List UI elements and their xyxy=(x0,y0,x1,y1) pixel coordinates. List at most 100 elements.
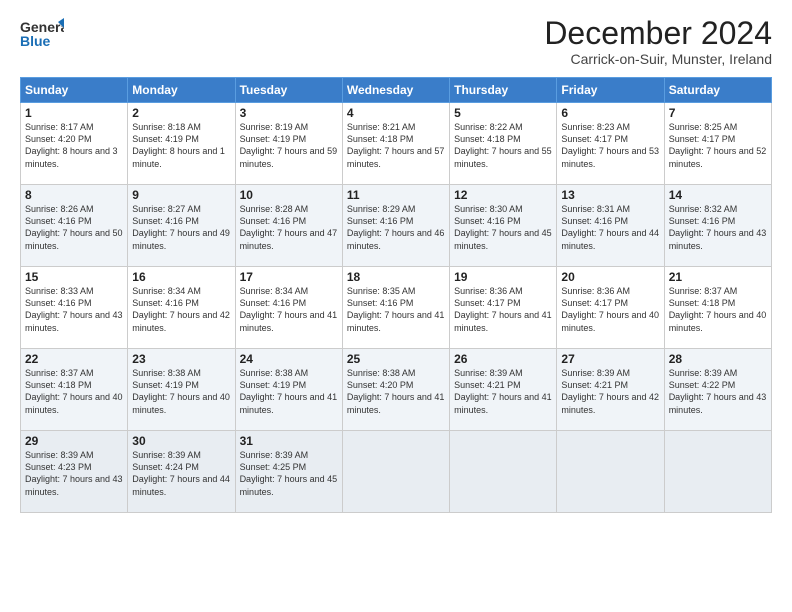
title-block: December 2024 Carrick-on-Suir, Munster, … xyxy=(544,16,772,67)
table-row: 6Sunrise: 8:23 AMSunset: 4:17 PMDaylight… xyxy=(557,103,664,185)
table-row: 29Sunrise: 8:39 AMSunset: 4:23 PMDayligh… xyxy=(21,431,128,513)
day-number: 31 xyxy=(240,434,338,448)
table-row: 21Sunrise: 8:37 AMSunset: 4:18 PMDayligh… xyxy=(664,267,771,349)
day-number: 25 xyxy=(347,352,445,366)
table-row xyxy=(557,431,664,513)
col-monday: Monday xyxy=(128,78,235,103)
cell-content: Sunrise: 8:39 AMSunset: 4:23 PMDaylight:… xyxy=(25,449,123,498)
cell-content: Sunrise: 8:35 AMSunset: 4:16 PMDaylight:… xyxy=(347,285,445,334)
logo: General Blue xyxy=(20,16,64,52)
table-row: 22Sunrise: 8:37 AMSunset: 4:18 PMDayligh… xyxy=(21,349,128,431)
day-number: 18 xyxy=(347,270,445,284)
day-number: 17 xyxy=(240,270,338,284)
cell-content: Sunrise: 8:23 AMSunset: 4:17 PMDaylight:… xyxy=(561,121,659,170)
cell-content: Sunrise: 8:38 AMSunset: 4:20 PMDaylight:… xyxy=(347,367,445,416)
col-friday: Friday xyxy=(557,78,664,103)
table-row xyxy=(664,431,771,513)
table-row: 10Sunrise: 8:28 AMSunset: 4:16 PMDayligh… xyxy=(235,185,342,267)
day-number: 9 xyxy=(132,188,230,202)
table-row: 19Sunrise: 8:36 AMSunset: 4:17 PMDayligh… xyxy=(450,267,557,349)
table-row: 20Sunrise: 8:36 AMSunset: 4:17 PMDayligh… xyxy=(557,267,664,349)
cell-content: Sunrise: 8:29 AMSunset: 4:16 PMDaylight:… xyxy=(347,203,445,252)
table-row: 28Sunrise: 8:39 AMSunset: 4:22 PMDayligh… xyxy=(664,349,771,431)
day-number: 2 xyxy=(132,106,230,120)
calendar-week-row: 29Sunrise: 8:39 AMSunset: 4:23 PMDayligh… xyxy=(21,431,772,513)
table-row: 18Sunrise: 8:35 AMSunset: 4:16 PMDayligh… xyxy=(342,267,449,349)
day-number: 10 xyxy=(240,188,338,202)
calendar-week-row: 22Sunrise: 8:37 AMSunset: 4:18 PMDayligh… xyxy=(21,349,772,431)
svg-text:Blue: Blue xyxy=(20,33,51,49)
day-number: 4 xyxy=(347,106,445,120)
table-row: 9Sunrise: 8:27 AMSunset: 4:16 PMDaylight… xyxy=(128,185,235,267)
day-number: 26 xyxy=(454,352,552,366)
col-wednesday: Wednesday xyxy=(342,78,449,103)
header: General Blue December 2024 Carrick-on-Su… xyxy=(20,16,772,67)
day-number: 11 xyxy=(347,188,445,202)
table-row: 15Sunrise: 8:33 AMSunset: 4:16 PMDayligh… xyxy=(21,267,128,349)
col-tuesday: Tuesday xyxy=(235,78,342,103)
calendar-header-row: Sunday Monday Tuesday Wednesday Thursday… xyxy=(21,78,772,103)
table-row: 7Sunrise: 8:25 AMSunset: 4:17 PMDaylight… xyxy=(664,103,771,185)
table-row: 11Sunrise: 8:29 AMSunset: 4:16 PMDayligh… xyxy=(342,185,449,267)
table-row xyxy=(450,431,557,513)
calendar-table: Sunday Monday Tuesday Wednesday Thursday… xyxy=(20,77,772,513)
cell-content: Sunrise: 8:33 AMSunset: 4:16 PMDaylight:… xyxy=(25,285,123,334)
table-row: 25Sunrise: 8:38 AMSunset: 4:20 PMDayligh… xyxy=(342,349,449,431)
day-number: 5 xyxy=(454,106,552,120)
calendar-week-row: 15Sunrise: 8:33 AMSunset: 4:16 PMDayligh… xyxy=(21,267,772,349)
day-number: 8 xyxy=(25,188,123,202)
table-row: 8Sunrise: 8:26 AMSunset: 4:16 PMDaylight… xyxy=(21,185,128,267)
cell-content: Sunrise: 8:18 AMSunset: 4:19 PMDaylight:… xyxy=(132,121,230,170)
table-row xyxy=(342,431,449,513)
cell-content: Sunrise: 8:38 AMSunset: 4:19 PMDaylight:… xyxy=(240,367,338,416)
logo-icon: General Blue xyxy=(20,16,64,52)
cell-content: Sunrise: 8:27 AMSunset: 4:16 PMDaylight:… xyxy=(132,203,230,252)
table-row: 16Sunrise: 8:34 AMSunset: 4:16 PMDayligh… xyxy=(128,267,235,349)
col-thursday: Thursday xyxy=(450,78,557,103)
table-row: 26Sunrise: 8:39 AMSunset: 4:21 PMDayligh… xyxy=(450,349,557,431)
calendar-week-row: 1Sunrise: 8:17 AMSunset: 4:20 PMDaylight… xyxy=(21,103,772,185)
cell-content: Sunrise: 8:39 AMSunset: 4:21 PMDaylight:… xyxy=(454,367,552,416)
table-row: 24Sunrise: 8:38 AMSunset: 4:19 PMDayligh… xyxy=(235,349,342,431)
table-row: 2Sunrise: 8:18 AMSunset: 4:19 PMDaylight… xyxy=(128,103,235,185)
cell-content: Sunrise: 8:28 AMSunset: 4:16 PMDaylight:… xyxy=(240,203,338,252)
col-saturday: Saturday xyxy=(664,78,771,103)
day-number: 1 xyxy=(25,106,123,120)
table-row: 23Sunrise: 8:38 AMSunset: 4:19 PMDayligh… xyxy=(128,349,235,431)
table-row: 14Sunrise: 8:32 AMSunset: 4:16 PMDayligh… xyxy=(664,185,771,267)
calendar-week-row: 8Sunrise: 8:26 AMSunset: 4:16 PMDaylight… xyxy=(21,185,772,267)
cell-content: Sunrise: 8:21 AMSunset: 4:18 PMDaylight:… xyxy=(347,121,445,170)
cell-content: Sunrise: 8:38 AMSunset: 4:19 PMDaylight:… xyxy=(132,367,230,416)
day-number: 28 xyxy=(669,352,767,366)
day-number: 15 xyxy=(25,270,123,284)
cell-content: Sunrise: 8:36 AMSunset: 4:17 PMDaylight:… xyxy=(561,285,659,334)
day-number: 12 xyxy=(454,188,552,202)
cell-content: Sunrise: 8:34 AMSunset: 4:16 PMDaylight:… xyxy=(240,285,338,334)
table-row: 13Sunrise: 8:31 AMSunset: 4:16 PMDayligh… xyxy=(557,185,664,267)
cell-content: Sunrise: 8:39 AMSunset: 4:24 PMDaylight:… xyxy=(132,449,230,498)
day-number: 3 xyxy=(240,106,338,120)
day-number: 22 xyxy=(25,352,123,366)
day-number: 20 xyxy=(561,270,659,284)
day-number: 19 xyxy=(454,270,552,284)
table-row: 27Sunrise: 8:39 AMSunset: 4:21 PMDayligh… xyxy=(557,349,664,431)
cell-content: Sunrise: 8:37 AMSunset: 4:18 PMDaylight:… xyxy=(669,285,767,334)
cell-content: Sunrise: 8:25 AMSunset: 4:17 PMDaylight:… xyxy=(669,121,767,170)
day-number: 6 xyxy=(561,106,659,120)
cell-content: Sunrise: 8:31 AMSunset: 4:16 PMDaylight:… xyxy=(561,203,659,252)
cell-content: Sunrise: 8:39 AMSunset: 4:21 PMDaylight:… xyxy=(561,367,659,416)
cell-content: Sunrise: 8:17 AMSunset: 4:20 PMDaylight:… xyxy=(25,121,123,170)
cell-content: Sunrise: 8:22 AMSunset: 4:18 PMDaylight:… xyxy=(454,121,552,170)
table-row: 30Sunrise: 8:39 AMSunset: 4:24 PMDayligh… xyxy=(128,431,235,513)
day-number: 30 xyxy=(132,434,230,448)
day-number: 24 xyxy=(240,352,338,366)
day-number: 16 xyxy=(132,270,230,284)
table-row: 31Sunrise: 8:39 AMSunset: 4:25 PMDayligh… xyxy=(235,431,342,513)
cell-content: Sunrise: 8:39 AMSunset: 4:22 PMDaylight:… xyxy=(669,367,767,416)
cell-content: Sunrise: 8:26 AMSunset: 4:16 PMDaylight:… xyxy=(25,203,123,252)
cell-content: Sunrise: 8:37 AMSunset: 4:18 PMDaylight:… xyxy=(25,367,123,416)
subtitle: Carrick-on-Suir, Munster, Ireland xyxy=(544,51,772,67)
day-number: 13 xyxy=(561,188,659,202)
table-row: 3Sunrise: 8:19 AMSunset: 4:19 PMDaylight… xyxy=(235,103,342,185)
cell-content: Sunrise: 8:34 AMSunset: 4:16 PMDaylight:… xyxy=(132,285,230,334)
